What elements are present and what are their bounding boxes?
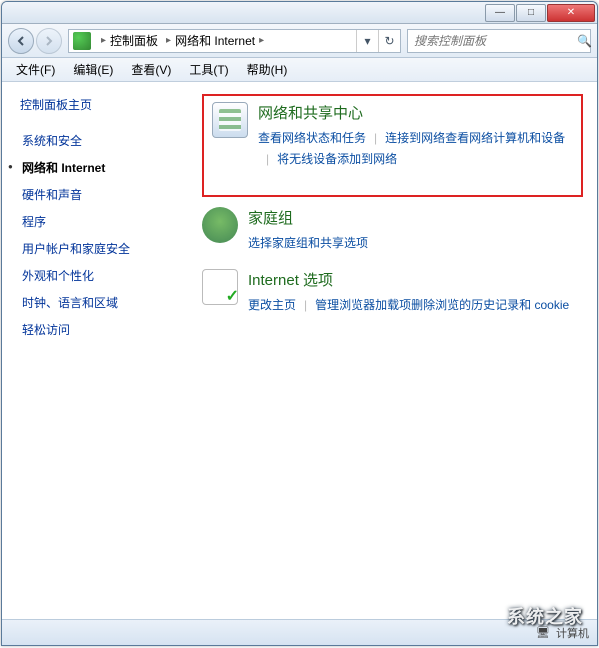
link-view-network-status[interactable]: 查看网络状态和任务: [258, 127, 366, 148]
highlighted-section: 网络和共享中心 查看网络状态和任务 | 连接到网络 查看网络计算机和设备 | 将…: [202, 94, 583, 197]
section-network-sharing: 网络和共享中心 查看网络状态和任务 | 连接到网络 查看网络计算机和设备 | 将…: [212, 102, 573, 169]
address-bar[interactable]: ▸ 控制面板 ▸ 网络和 Internet ▸ ▾ ↻: [68, 29, 401, 53]
link-choose-homegroup[interactable]: 选择家庭组和共享选项: [248, 232, 368, 253]
content: 网络和共享中心 查看网络状态和任务 | 连接到网络 查看网络计算机和设备 | 将…: [196, 82, 597, 619]
link-connect-network[interactable]: 连接到网络: [385, 127, 445, 148]
search-icon[interactable]: 🔍: [577, 34, 592, 48]
homegroup-title[interactable]: 家庭组: [248, 207, 583, 228]
menu-view[interactable]: 查看(V): [123, 59, 179, 80]
menu-edit[interactable]: 编辑(E): [65, 59, 121, 80]
network-sharing-icon: [212, 102, 248, 138]
search-input[interactable]: [408, 34, 577, 48]
link-add-wireless-device[interactable]: 将无线设备添加到网络: [277, 148, 397, 169]
sidebar-item-accounts-family[interactable]: 用户帐户和家庭安全: [20, 235, 188, 262]
menu-tools[interactable]: 工具(T): [181, 59, 236, 80]
titlebar: — □ ✕: [2, 2, 597, 24]
sidebar-home[interactable]: 控制面板主页: [20, 96, 188, 113]
sidebar-item-network-internet[interactable]: 网络和 Internet: [20, 154, 188, 181]
sidebar-item-clock-language-region[interactable]: 时钟、语言和区域: [20, 289, 188, 316]
close-button[interactable]: ✕: [547, 4, 595, 22]
navbar: ▸ 控制面板 ▸ 网络和 Internet ▸ ▾ ↻ 🔍: [2, 24, 597, 58]
sidebar: 控制面板主页 系统和安全 网络和 Internet 硬件和声音 程序 用户帐户和…: [2, 82, 196, 619]
control-panel-icon: [73, 32, 91, 50]
menubar: 文件(F) 编辑(E) 查看(V) 工具(T) 帮助(H): [2, 58, 597, 82]
maximize-button[interactable]: □: [516, 4, 546, 22]
refresh-button[interactable]: ↻: [378, 30, 400, 52]
minimize-button[interactable]: —: [485, 4, 515, 22]
sidebar-item-ease-of-access[interactable]: 轻松访问: [20, 316, 188, 343]
dropdown-button[interactable]: ▾: [356, 30, 378, 52]
breadcrumb-network-internet[interactable]: ▸ 网络和 Internet ▸: [160, 32, 270, 49]
crumb-label: 网络和 Internet: [175, 32, 255, 49]
back-button[interactable]: [8, 28, 34, 54]
link-change-homepage[interactable]: 更改主页: [248, 294, 296, 315]
forward-button[interactable]: [36, 28, 62, 54]
homegroup-icon: [202, 207, 238, 243]
sidebar-item-system-security[interactable]: 系统和安全: [20, 127, 188, 154]
menu-help[interactable]: 帮助(H): [239, 59, 296, 80]
menu-file[interactable]: 文件(F): [8, 59, 63, 80]
computer-icon: 🖥: [536, 626, 550, 639]
sidebar-item-appearance[interactable]: 外观和个性化: [20, 262, 188, 289]
sidebar-item-hardware-sound[interactable]: 硬件和声音: [20, 181, 188, 208]
chevron-right-icon: ▸: [162, 35, 175, 46]
chevron-right-icon: ▸: [97, 35, 110, 46]
status-label: 计算机: [556, 625, 589, 641]
section-homegroup: 家庭组 选择家庭组和共享选项: [202, 207, 583, 253]
sidebar-item-programs[interactable]: 程序: [20, 208, 188, 235]
window: — □ ✕ ▸ 控制面板 ▸ 网络和 Internet ▸ ▾ ↻: [1, 1, 598, 646]
chevron-right-icon: ▸: [255, 35, 268, 46]
crumb-label: 控制面板: [110, 32, 158, 49]
search-box[interactable]: 🔍: [407, 29, 591, 53]
network-sharing-title[interactable]: 网络和共享中心: [258, 102, 573, 123]
link-view-computers-devices[interactable]: 查看网络计算机和设备: [445, 127, 565, 148]
internet-options-icon: [202, 269, 238, 305]
link-manage-addons[interactable]: 管理浏览器加载项: [315, 294, 411, 315]
internet-options-title[interactable]: Internet 选项: [248, 269, 583, 290]
section-internet-options: Internet 选项 更改主页 | 管理浏览器加载项 删除浏览的历史记录和 c…: [202, 269, 583, 315]
arrow-right-icon: [43, 35, 55, 47]
body: 控制面板主页 系统和安全 网络和 Internet 硬件和声音 程序 用户帐户和…: [2, 82, 597, 619]
link-delete-history-cookies[interactable]: 删除浏览的历史记录和 cookie: [411, 294, 569, 315]
breadcrumb-control-panel[interactable]: ▸ 控制面板: [95, 32, 160, 49]
statusbar: 🖥 计算机: [2, 619, 597, 645]
arrow-left-icon: [15, 35, 27, 47]
